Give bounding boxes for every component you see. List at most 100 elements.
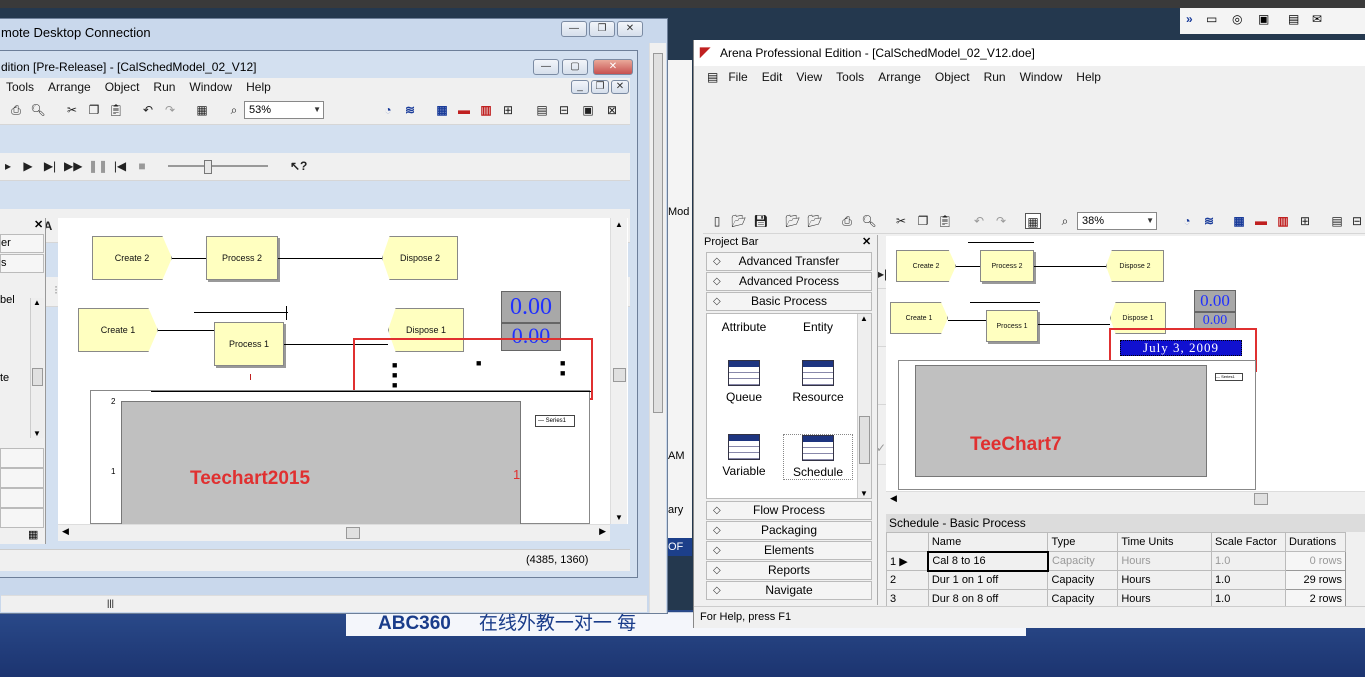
rdc-vertical-scrollbar[interactable] [649, 43, 666, 613]
basic-panel-scrollbar[interactable]: ▲ ▼ [857, 314, 871, 498]
right-module-process-1[interactable]: Process 1 [986, 310, 1038, 342]
step-icon[interactable]: ▶| [42, 158, 58, 174]
right-menu-arrange[interactable]: Arrange [872, 68, 929, 87]
panel-elements[interactable]: Elements [706, 541, 872, 560]
zoom-icon[interactable]: ⌕ [1057, 213, 1073, 229]
plot-icon[interactable]: ▬ [456, 102, 472, 118]
paste-icon[interactable]: 📋︎ [937, 213, 953, 229]
right-menu-edit[interactable]: Edit [756, 68, 791, 87]
left-maximize-button[interactable]: ▢ [562, 59, 588, 75]
left-teechart[interactable]: 2 1 — Series1 1 [90, 390, 591, 524]
redo-icon[interactable]: ↷ [162, 102, 178, 118]
table-row[interactable]: 2 Dur 1 on 1 off Capacity Hours 1.0 29 r… [886, 570, 1346, 590]
paste-icon[interactable]: 📋︎ [108, 102, 124, 118]
row-2-units[interactable]: Hours [1117, 570, 1213, 590]
right-canvas-hscroll[interactable]: ◀ [886, 491, 1365, 507]
date-display[interactable]: July 3, 2009 [1120, 340, 1242, 356]
rdc-close-button[interactable]: ✕ [617, 21, 643, 37]
print-preview-icon[interactable]: 🔍︎ [861, 213, 877, 229]
whats-this-icon[interactable]: ↖? [290, 158, 307, 174]
cut-icon[interactable]: ✂ [64, 102, 80, 118]
row-1-name[interactable]: Cal 8 to 16 [927, 550, 1049, 572]
table-row[interactable]: 1 ▶ Cal 8 to 16 Capacity Hours 1.0 0 row… [886, 550, 1346, 572]
panel-reports[interactable]: Reports [706, 561, 872, 580]
left-canvas-hscroll[interactable]: ◀ ▶ [58, 524, 610, 541]
template-detach-icon[interactable]: 📂︎ [807, 213, 823, 229]
row-1-type[interactable]: Capacity [1047, 551, 1119, 571]
pie-icon[interactable]: ◔ [380, 102, 396, 118]
left-menu-window[interactable]: Window [183, 78, 240, 97]
left-mdi-restore-button[interactable]: ❐ [591, 80, 609, 94]
histogram-icon[interactable]: ▥ [478, 102, 494, 118]
right-menu-object[interactable]: Object [929, 68, 978, 87]
panel-advanced-process[interactable]: Advanced Process [706, 272, 872, 291]
left-menu-tools[interactable]: Tools [0, 78, 42, 97]
right-module-process-2[interactable]: Process 2 [980, 250, 1034, 282]
left-menu-object[interactable]: Object [99, 78, 148, 97]
project-bar-close[interactable]: ✕ [862, 235, 871, 248]
left-panel-scrollbar[interactable]: ▲ ▼ [30, 298, 44, 438]
cut-icon[interactable]: ✂ [893, 213, 909, 229]
left-menu-help[interactable]: Help [240, 78, 279, 97]
panel-basic-process[interactable]: Basic Process [706, 292, 872, 311]
left-mdi-close-button[interactable]: ✕ [611, 80, 629, 94]
left-module-dispose-2[interactable]: Dispose 2 [382, 236, 458, 280]
panel-flow-process[interactable]: Flow Process [706, 501, 872, 520]
item-resource[interactable]: Resource [783, 360, 853, 404]
row-1-units[interactable]: Hours [1117, 551, 1213, 571]
rdc-horizontal-scrollbar[interactable]: ||| [1, 595, 647, 612]
layers-icon[interactable]: ▦ [1025, 213, 1041, 229]
end-icon[interactable]: ■ [134, 158, 150, 174]
bar-icon[interactable]: ▤ [1329, 213, 1345, 229]
left-panel-item-2[interactable]: s [0, 254, 44, 273]
pipe-icon[interactable]: ⊟ [1349, 213, 1365, 229]
right-zoom-combo[interactable]: 38% [1077, 212, 1157, 230]
item-attribute[interactable]: Attribute [709, 320, 779, 334]
left-panel-item-6[interactable] [0, 508, 44, 528]
plot-icon[interactable]: ▬ [1253, 213, 1269, 229]
right-module-dispose-2[interactable]: Dispose 2 [1106, 250, 1164, 282]
chevron-right-icon[interactable]: » [1186, 12, 1193, 26]
left-panel-item-5[interactable] [0, 488, 44, 508]
right-menu-view[interactable]: View [790, 68, 830, 87]
left-menu-run[interactable]: Run [147, 78, 183, 97]
left-project-bar-close[interactable]: ✕ [34, 218, 43, 231]
level-icon[interactable]: ⊞ [1297, 213, 1313, 229]
pipe-icon[interactable]: ⊟ [556, 102, 572, 118]
zoom-icon[interactable]: ⌕ [226, 102, 242, 118]
new-icon[interactable]: ▯ [709, 213, 725, 229]
left-canvas-vscroll[interactable]: ▲ ▼ [610, 218, 627, 524]
left-digital-display-1[interactable]: 0.00 [501, 291, 561, 323]
go-icon[interactable]: ▶ [20, 158, 36, 174]
left-module-process-1[interactable]: Process 1 [214, 322, 284, 366]
panel-navigate[interactable]: Navigate [706, 581, 872, 600]
right-digital-display-1[interactable]: 0.00 [1194, 290, 1236, 312]
fast-forward-icon[interactable]: ▶▶ [64, 158, 82, 174]
left-minimize-button[interactable]: — [533, 59, 559, 75]
left-panel-item-3[interactable] [0, 448, 44, 468]
right-module-create-1[interactable]: Create 1 [890, 302, 948, 334]
left-close-button[interactable]: ✕ [593, 59, 633, 75]
undo-icon[interactable]: ↶ [140, 102, 156, 118]
left-panel-item-1[interactable]: er [0, 234, 44, 253]
item-schedule[interactable]: Schedule [783, 434, 853, 480]
rdc-maximize-button[interactable]: ❐ [589, 21, 615, 37]
link-icon[interactable]: ⊠ [604, 102, 620, 118]
histogram-icon[interactable]: ▥ [1275, 213, 1291, 229]
right-teechart[interactable]: — Series1 [898, 360, 1256, 490]
row-2-durations[interactable]: 29 rows [1285, 570, 1346, 590]
left-module-create-1[interactable]: Create 1 [78, 308, 158, 352]
pie-icon[interactable]: ◔ [1179, 213, 1195, 229]
level-icon[interactable]: ⊞ [500, 102, 516, 118]
chart-icon[interactable]: ≋ [402, 102, 418, 118]
print-icon[interactable]: ⎙ [8, 102, 24, 118]
row-1-durations[interactable]: 0 rows [1285, 551, 1346, 571]
right-model-canvas[interactable]: Create 2 Process 2 Dispose 2 Create 1 Pr… [886, 236, 1365, 491]
left-panel-item-4[interactable] [0, 468, 44, 488]
right-menu-app-icon[interactable]: ▤ [703, 68, 722, 87]
template-attach-icon[interactable]: 📂︎ [785, 213, 801, 229]
left-module-create-2[interactable]: Create 2 [92, 236, 172, 280]
bar-icon[interactable]: ▤ [534, 102, 550, 118]
right-menu-tools[interactable]: Tools [830, 68, 872, 87]
item-entity[interactable]: Entity [783, 320, 853, 334]
